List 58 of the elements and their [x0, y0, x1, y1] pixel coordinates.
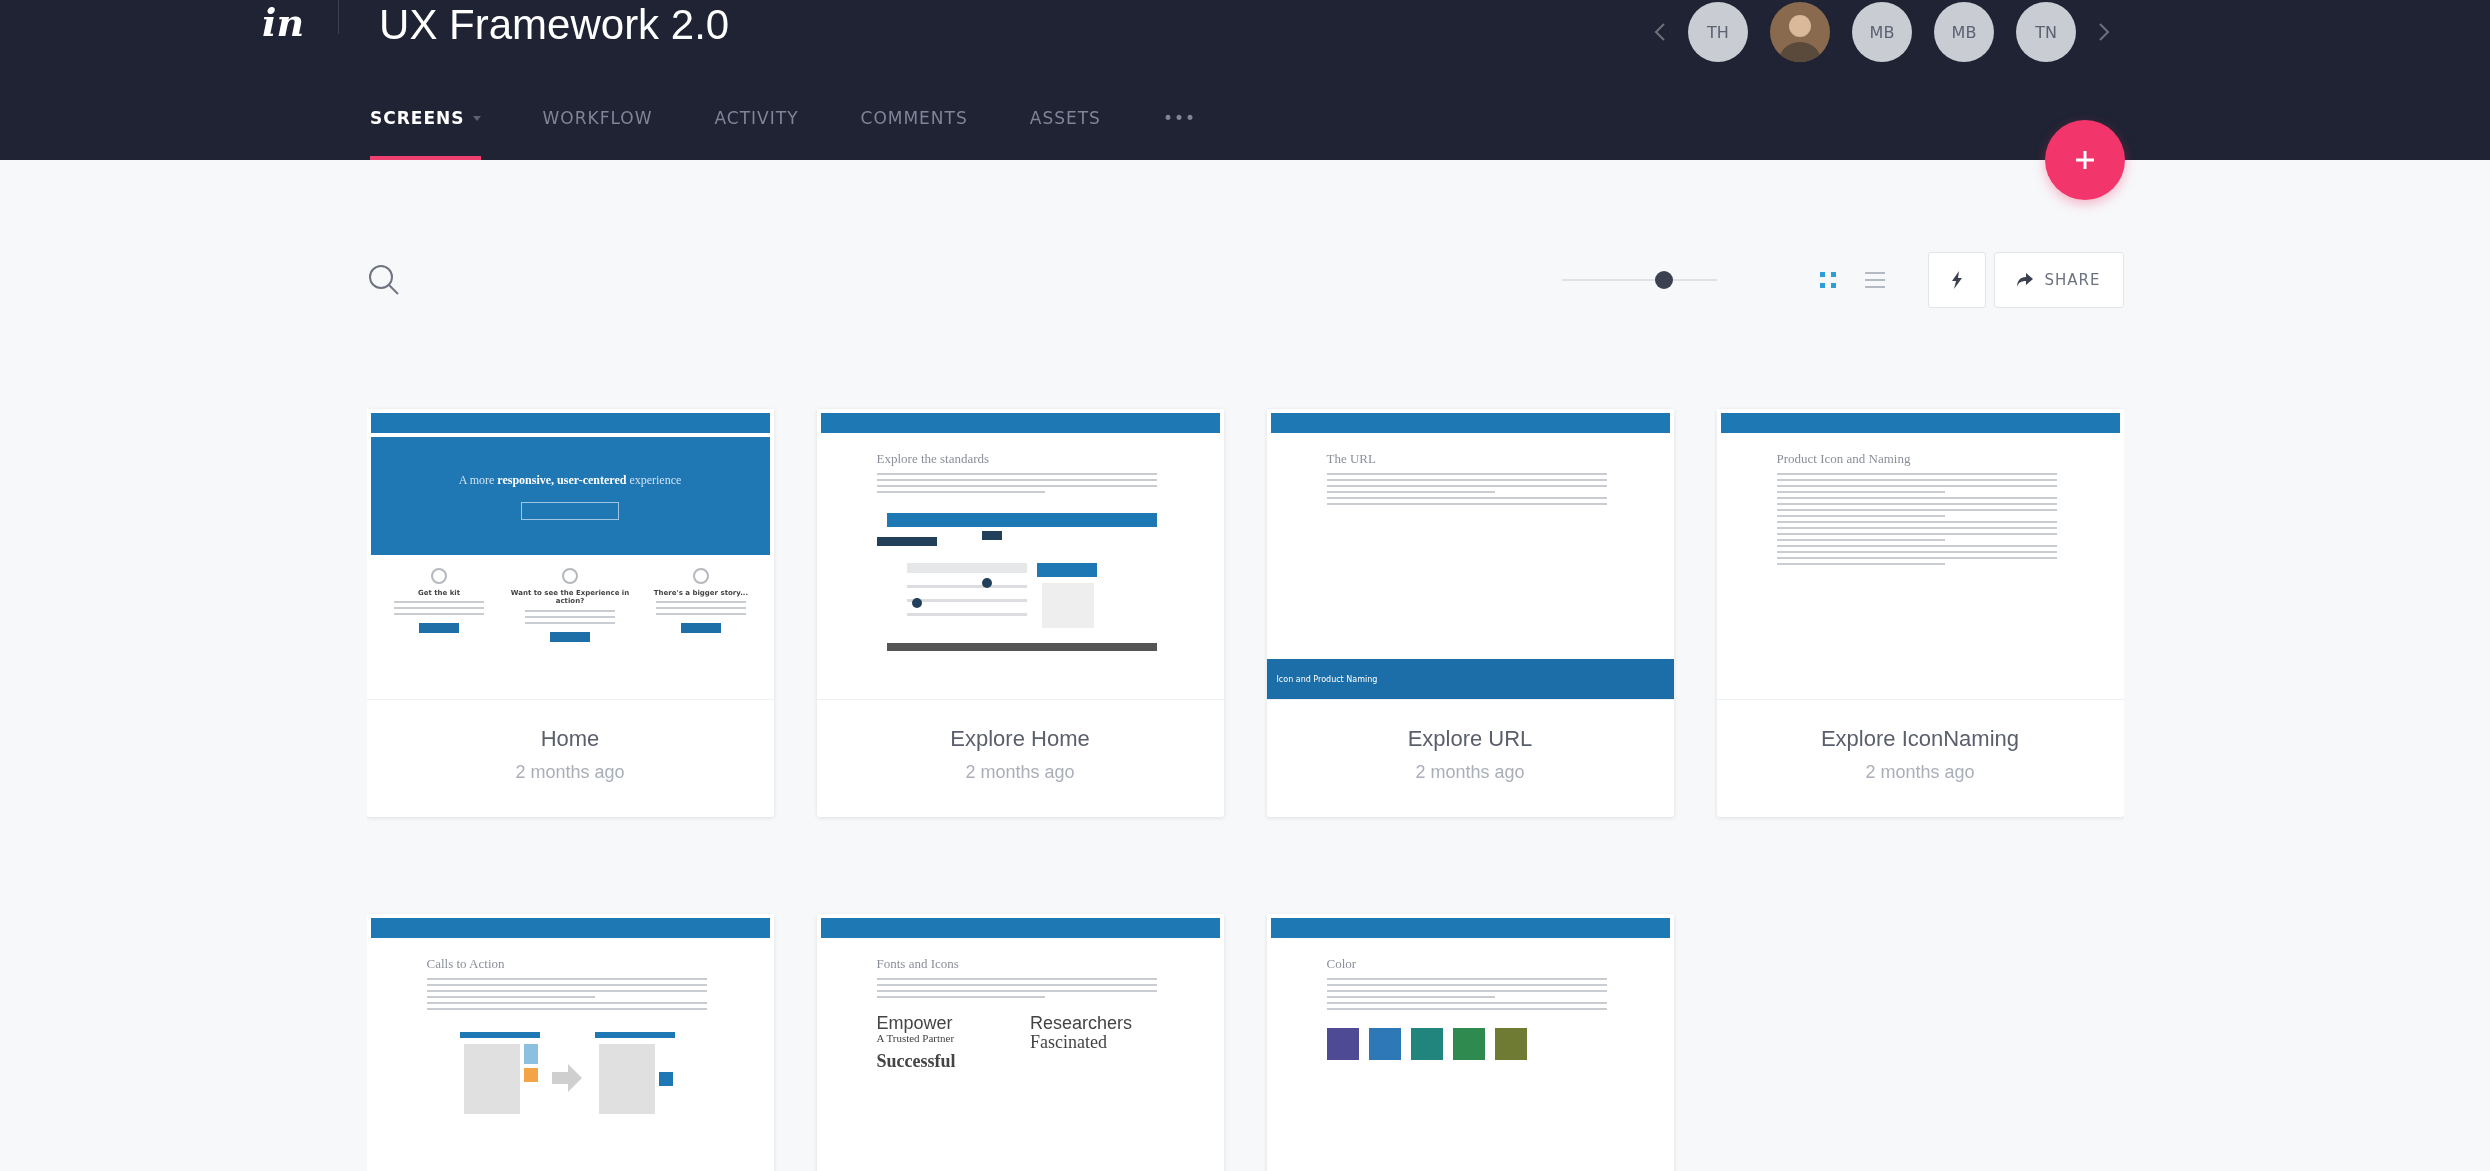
- chevron-left-icon[interactable]: [1654, 22, 1666, 42]
- screen-name: Explore IconNaming: [1820, 726, 2020, 752]
- feature-button: [550, 631, 590, 642]
- font-sample: Fascinated: [1030, 1032, 1108, 1052]
- next-page-bar: Icon and Product Naming: [1266, 659, 1674, 699]
- nav-tab[interactable]: ACTIVITY: [714, 76, 799, 160]
- nav-tab[interactable]: WORKFLOW: [542, 76, 653, 160]
- page-heading: Calls to Action: [426, 956, 506, 972]
- screen-card[interactable]: Explore the standards Explore Home 2 months ago: [816, 409, 1224, 817]
- screen-card[interactable]: Product Icon and Naming Explore IconNaming 2 months ago: [1716, 409, 2124, 817]
- plus-icon: [2073, 148, 2097, 172]
- updated-time: 2 months ago: [1865, 762, 1975, 783]
- feature-icon: [690, 567, 712, 585]
- feature-button: [419, 623, 459, 634]
- chevron-right-icon[interactable]: [2098, 22, 2110, 42]
- updated-time: 2 months ago: [1415, 762, 1525, 783]
- collaborator-avatar[interactable]: MB: [1852, 2, 1912, 62]
- feature-button: [681, 623, 721, 634]
- screen-card[interactable]: Calls to Action: [366, 914, 774, 1171]
- font-sample: A Trusted Partner: [876, 1032, 956, 1046]
- nav-tab[interactable]: COMMENTS: [860, 76, 968, 160]
- feature-icon: [428, 567, 450, 585]
- hero-headline: A more responsive, user-centered experience: [458, 472, 682, 488]
- app-logo[interactable]: in: [262, 4, 305, 42]
- page-heading: Product Icon and Naming: [1776, 451, 1912, 467]
- lightning-icon: [1950, 271, 1963, 289]
- screen-name: Home: [540, 726, 600, 752]
- page-heading: Explore the standards: [876, 451, 991, 467]
- slider-thumb[interactable]: [1654, 271, 1673, 289]
- avatar-silhouette[interactable]: [1770, 2, 1830, 62]
- feature-icon: [559, 567, 581, 585]
- screen-name: Explore URL: [1407, 726, 1533, 752]
- updated-time: 2 months ago: [515, 762, 625, 783]
- nav-tab[interactable]: •••: [1162, 76, 1196, 160]
- add-button[interactable]: [2045, 120, 2125, 200]
- font-sample: Successful: [876, 1051, 957, 1071]
- page-heading: Fonts and Icons: [876, 956, 960, 972]
- page-heading: The URL: [1326, 451, 1377, 467]
- search-button[interactable]: [366, 263, 401, 297]
- collaborator-avatar[interactable]: TH: [1688, 2, 1748, 62]
- updated-time: 2 months ago: [965, 762, 1075, 783]
- share-arrow-icon: [2016, 273, 2033, 287]
- screen-card[interactable]: Color: [1266, 914, 1674, 1171]
- page-heading: Color: [1326, 956, 1358, 972]
- search-icon: [366, 263, 401, 297]
- nav-tab[interactable]: ASSETS: [1029, 76, 1101, 160]
- screen-card[interactable]: Fonts and Icons Empower Researchers A Trusted Partner Fascinated Successful: [816, 914, 1224, 1171]
- list-icon: [1863, 270, 1886, 290]
- screen-card[interactable]: The URL Icon and Product Naming Explore URL 2 months ago: [1266, 409, 1674, 817]
- font-sample: Researchers: [1030, 1014, 1134, 1033]
- grid-icon: [1817, 270, 1838, 290]
- font-sample: Empower: [876, 1014, 954, 1033]
- project-title: UX Framework 2.0: [379, 2, 730, 49]
- collaborator-avatar[interactable]: TN: [2016, 2, 2076, 62]
- screen-name: Explore Home: [950, 726, 1090, 752]
- share-button[interactable]: SHARE: [1993, 252, 2124, 308]
- collaborator-avatar[interactable]: MB: [1934, 2, 1994, 62]
- nav-tab[interactable]: SCREENS: [370, 76, 481, 160]
